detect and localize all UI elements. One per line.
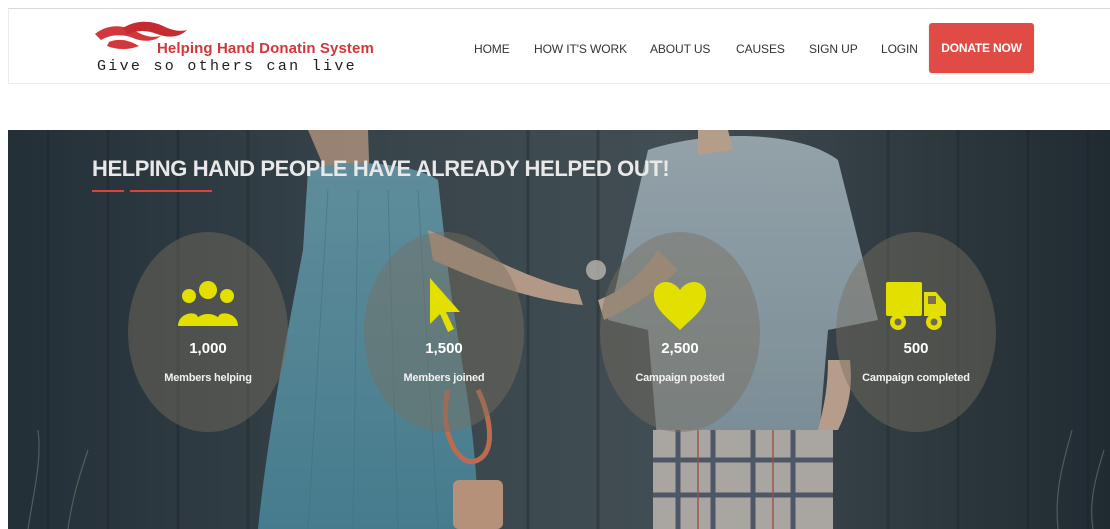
stat-value: 2,500	[661, 340, 699, 357]
title-underline-long	[130, 190, 212, 192]
page: Helping Hand Donatin System Give so othe…	[0, 0, 1110, 529]
stat-label: Campaign completed	[862, 372, 970, 384]
stat-members-joined: 1,500 Members joined	[364, 232, 524, 432]
stat-members-helping: 1,000 Members helping	[128, 232, 288, 432]
stat-label: Members helping	[164, 372, 252, 384]
nav-sign-up[interactable]: SIGN UP	[809, 42, 858, 56]
stat-label: Campaign posted	[635, 372, 725, 384]
hero-title: HELPING HAND PEOPLE HAVE ALREADY HELPED …	[92, 156, 670, 181]
donate-now-button[interactable]: DONATE NOW	[929, 23, 1034, 73]
main-nav: HOME HOW IT'S WORK ABOUT US CAUSES SIGN …	[9, 9, 1110, 83]
title-underline-short	[92, 190, 124, 192]
nav-login[interactable]: LOGIN	[881, 42, 918, 56]
site-header: Helping Hand Donatin System Give so othe…	[8, 8, 1110, 84]
nav-home[interactable]: HOME	[474, 42, 510, 56]
truck-icon	[886, 282, 946, 330]
stat-circle	[836, 232, 996, 432]
stat-campaign-completed: 500 Campaign completed	[836, 232, 996, 432]
stat-label: Members joined	[403, 372, 485, 384]
nav-about-us[interactable]: ABOUT US	[650, 42, 710, 56]
stat-value: 1,000	[189, 340, 227, 357]
nav-causes[interactable]: CAUSES	[736, 42, 785, 56]
users-group-icon	[178, 281, 238, 326]
hero-section: HELPING HAND PEOPLE HAVE ALREADY HELPED …	[8, 130, 1110, 529]
heart-icon	[653, 281, 707, 330]
stat-value: 500	[903, 340, 929, 357]
cursor-pointer-icon	[430, 278, 460, 332]
stat-circle	[600, 232, 760, 432]
stat-value: 1,500	[425, 340, 463, 357]
stat-circle	[364, 232, 524, 432]
nav-how-it-works[interactable]: HOW IT'S WORK	[534, 42, 627, 56]
stat-circle	[128, 232, 288, 432]
stat-campaign-posted: 2,500 Campaign posted	[600, 232, 760, 432]
